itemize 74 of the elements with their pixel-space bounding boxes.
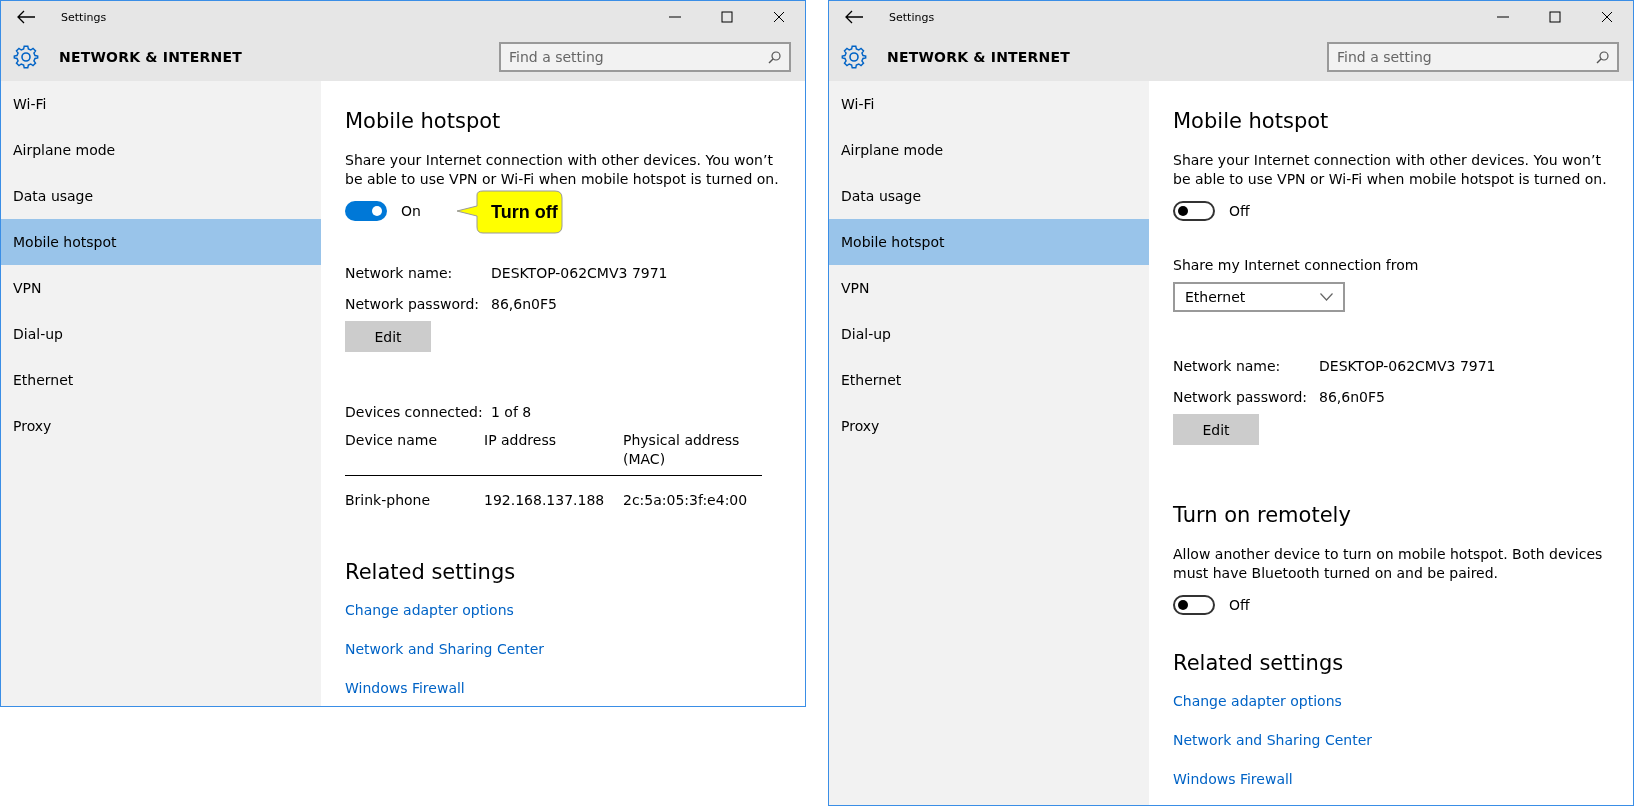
description-text: Share your Internet connection with other devices. You won’t be able to use VPN or Wi-Fi when mobile hotspot is turned on. bbox=[1173, 151, 1608, 189]
search-field[interactable]: Find a setting bbox=[1327, 42, 1619, 72]
toggle-switch[interactable] bbox=[1173, 595, 1215, 615]
connection-dropdown[interactable]: Ethernet bbox=[1173, 282, 1345, 312]
section-title: NETWORK & INTERNET bbox=[887, 49, 1071, 65]
info-value: DESKTOP-062CMV3 7971 bbox=[491, 264, 668, 281]
callout-text: Turn off bbox=[491, 201, 558, 223]
settings-link[interactable]: Network and Sharing Center bbox=[345, 641, 544, 657]
section-heading: Turn on remotely bbox=[1173, 503, 1352, 527]
window-title: Settings bbox=[889, 10, 936, 24]
info-value: 86,6n0F5 bbox=[491, 295, 557, 312]
column-header: Device name bbox=[345, 431, 438, 450]
section-heading: Mobile hotspot bbox=[345, 109, 502, 133]
toggle-label: Off bbox=[1229, 203, 1250, 219]
description-text: Allow another device to turn on mobile hotspot. Both devices must have Bluetooth turned on and be paired. bbox=[1173, 545, 1604, 583]
info-value: DESKTOP-062CMV3 7971 bbox=[1319, 357, 1496, 374]
toggle-switch[interactable] bbox=[345, 201, 387, 221]
toggle-switch[interactable] bbox=[1173, 201, 1215, 221]
info-label: Network password: bbox=[345, 295, 481, 312]
info-value: 86,6n0F5 bbox=[1319, 388, 1385, 405]
settings-link[interactable]: Change adapter options bbox=[345, 602, 514, 618]
settings-icon bbox=[841, 44, 867, 70]
maximize-icon[interactable] bbox=[721, 11, 733, 23]
settings-link[interactable]: Windows Firewall bbox=[1173, 771, 1293, 787]
sidebar-item[interactable]: Dial-up bbox=[1, 311, 321, 357]
section-heading: Mobile hotspot bbox=[1173, 109, 1330, 133]
close-icon[interactable] bbox=[773, 11, 785, 23]
toggle-label: Off bbox=[1229, 597, 1250, 613]
table-cell: 192.168.137.188 bbox=[484, 492, 605, 508]
section-title: NETWORK & INTERNET bbox=[59, 49, 243, 65]
maximize-icon[interactable] bbox=[1549, 11, 1561, 23]
edit-button[interactable]: Edit bbox=[1173, 414, 1259, 445]
sidebar-item[interactable]: Ethernet bbox=[829, 357, 1149, 403]
toggle-label: On bbox=[401, 203, 421, 219]
sidebar-item[interactable]: Proxy bbox=[1, 403, 321, 449]
settings-link[interactable]: Windows Firewall bbox=[345, 680, 465, 696]
sidebar-item[interactable]: Mobile hotspot bbox=[829, 219, 1149, 265]
window-title: Settings bbox=[61, 10, 108, 24]
edit-button[interactable]: Edit bbox=[345, 321, 431, 352]
info-value: 1 of 8 bbox=[491, 403, 532, 420]
sidebar-item[interactable]: Proxy bbox=[829, 403, 1149, 449]
description-text: Share your Internet connection with other devices. You won’t be able to use VPN or Wi-Fi when mobile hotspot is turned on. bbox=[345, 151, 780, 189]
section-heading: Related settings bbox=[1173, 651, 1345, 675]
sidebar-item[interactable]: Mobile hotspot bbox=[1, 219, 321, 265]
column-header: Physical address (MAC) bbox=[623, 431, 741, 469]
info-label: Network name: bbox=[1173, 357, 1282, 374]
info-label: Devices connected: bbox=[345, 403, 484, 420]
table-cell: 2c:5a:05:3f:e4:00 bbox=[623, 492, 748, 508]
sidebar-item[interactable]: VPN bbox=[829, 265, 1149, 311]
sidebar-item[interactable]: Wi-Fi bbox=[1, 81, 321, 127]
sidebar-item[interactable]: Airplane mode bbox=[829, 127, 1149, 173]
sidebar-item[interactable]: Data usage bbox=[1, 173, 321, 219]
sidebar-item[interactable]: Airplane mode bbox=[1, 127, 321, 173]
back-arrow-icon[interactable] bbox=[844, 10, 864, 24]
sidebar-item[interactable]: Data usage bbox=[829, 173, 1149, 219]
settings-icon bbox=[13, 44, 39, 70]
info-label: Network password: bbox=[1173, 388, 1309, 405]
sidebar-item[interactable]: Dial-up bbox=[829, 311, 1149, 357]
section-heading: Related settings bbox=[345, 560, 517, 584]
sidebar-item[interactable]: Ethernet bbox=[1, 357, 321, 403]
sidebar-item[interactable]: VPN bbox=[1, 265, 321, 311]
back-arrow-icon[interactable] bbox=[16, 10, 36, 24]
search-field[interactable]: Find a setting bbox=[499, 42, 791, 72]
info-label: Network name: bbox=[345, 264, 454, 281]
close-icon[interactable] bbox=[1601, 11, 1613, 23]
chevron-down-icon bbox=[1320, 293, 1333, 301]
sidebar-item[interactable]: Wi-Fi bbox=[829, 81, 1149, 127]
dropdown-label: Share my Internet connection from bbox=[1173, 257, 1420, 273]
column-header: IP address bbox=[484, 431, 557, 450]
search-icon bbox=[1596, 51, 1609, 64]
settings-link[interactable]: Change adapter options bbox=[1173, 693, 1342, 709]
table-cell: Brink-phone bbox=[345, 492, 431, 508]
settings-link[interactable]: Network and Sharing Center bbox=[1173, 732, 1372, 748]
search-icon bbox=[768, 51, 781, 64]
